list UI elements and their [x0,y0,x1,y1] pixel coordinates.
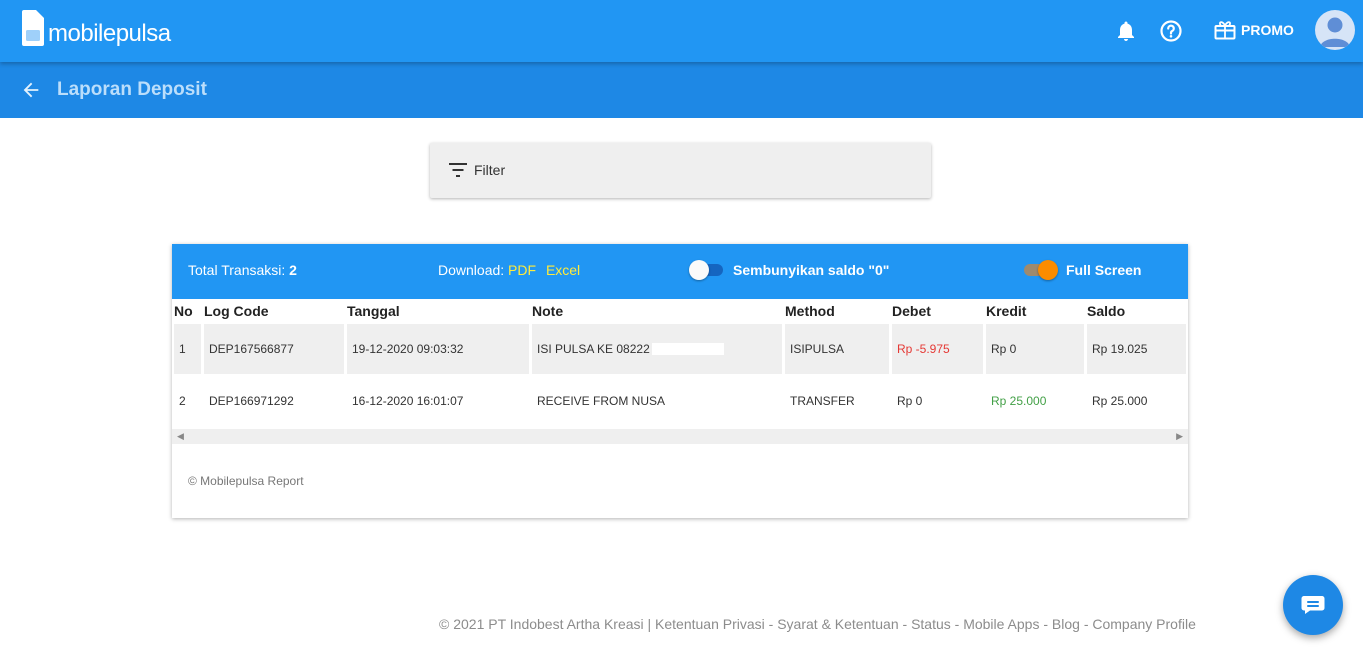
cell-method: TRANSFER [790,394,855,408]
cell-note: ISI PULSA KE 08222 [532,324,782,374]
report-card: Total Transaksi: 2 Download: PDF Excel S… [172,244,1188,518]
table-row: 2 DEP166971292 16-12-2020 16:01:07 RECEI… [172,376,1188,426]
column-header: Tanggal [347,303,400,319]
page-header: Laporan Deposit [0,62,1363,118]
cell-no: 2 [179,394,186,408]
cell-kredit: Rp 25.000 [991,394,1047,408]
download-group: Download: PDF Excel [438,262,580,278]
table-header-row: No Log Code Tanggal Note Method Debet Kr… [172,299,1188,323]
cell-no: 1 [174,324,201,374]
total-label: Total Transaksi: [188,262,286,278]
page-title: Laporan Deposit [57,79,207,100]
chat-icon [1301,596,1325,614]
column-header: Debet [892,303,931,319]
column-header: Saldo [1087,303,1126,319]
total-value: 2 [289,262,297,278]
scroll-right-icon[interactable]: ▶ [1176,429,1183,444]
cell-log-code: DEP166971292 [209,394,294,408]
fullscreen-toggle[interactable] [1022,259,1058,280]
filter-label: Filter [474,162,506,178]
filter-panel[interactable]: Filter [430,143,931,198]
table-row: 1 DEP167566877 19-12-2020 09:03:32 ISI P… [172,324,1188,374]
page-footer[interactable]: © 2021 PT Indobest Artha Kreasi | Ketent… [439,616,1196,632]
arrow-left-icon[interactable] [20,79,42,101]
download-label: Download: [438,262,505,278]
fullscreen-label: Full Screen [1066,262,1142,278]
cell-tanggal: 19-12-2020 09:03:32 [347,324,529,374]
top-app-bar: mobilepulsa PROMO [0,0,1363,62]
report-footer: © Mobilepulsa Report [188,474,304,488]
total-transactions: Total Transaksi: 2 [188,262,297,278]
cell-debet: Rp 0 [897,394,923,408]
promo-button[interactable]: PROMO [1214,19,1294,41]
cell-debet: Rp -5.975 [892,324,983,374]
user-icon [1320,17,1350,47]
column-header: Kredit [986,303,1027,319]
horizontal-scrollbar[interactable]: ◀ ▶ [172,429,1188,444]
bell-icon[interactable] [1114,19,1138,43]
filter-list-icon [449,163,467,177]
sim-card-icon [22,10,44,46]
brand-name: mobilepulsa [48,20,171,47]
report-toolbar: Total Transaksi: 2 Download: PDF Excel S… [172,244,1188,299]
download-excel-link[interactable]: Excel [546,262,580,278]
gift-icon [1214,21,1236,40]
cell-saldo: Rp 25.000 [1092,394,1148,408]
column-header: Note [532,303,564,319]
cell-method: ISIPULSA [785,324,889,374]
cell-note: RECEIVE FROM NUSA [537,394,666,408]
promo-label: PROMO [1241,22,1294,38]
cell-tanggal: 16-12-2020 16:01:07 [352,394,464,408]
scroll-left-icon[interactable]: ◀ [177,429,184,444]
column-header: Log Code [204,303,269,319]
cell-log-code: DEP167566877 [204,324,344,374]
avatar[interactable] [1315,10,1355,50]
cell-kredit: Rp 0 [986,324,1084,374]
hide-zero-toggle[interactable] [689,259,725,280]
column-header: No [174,303,193,319]
download-pdf-link[interactable]: PDF [508,262,536,278]
chat-button[interactable] [1283,575,1343,635]
redaction-mask [651,343,724,355]
column-header: Method [785,303,835,319]
help-icon[interactable] [1159,19,1183,43]
note-text: ISI PULSA KE 08222 [537,342,650,356]
cell-saldo: Rp 19.025 [1087,324,1186,374]
hide-zero-label: Sembunyikan saldo "0" [733,262,890,278]
brand-logo[interactable]: mobilepulsa [22,10,171,46]
